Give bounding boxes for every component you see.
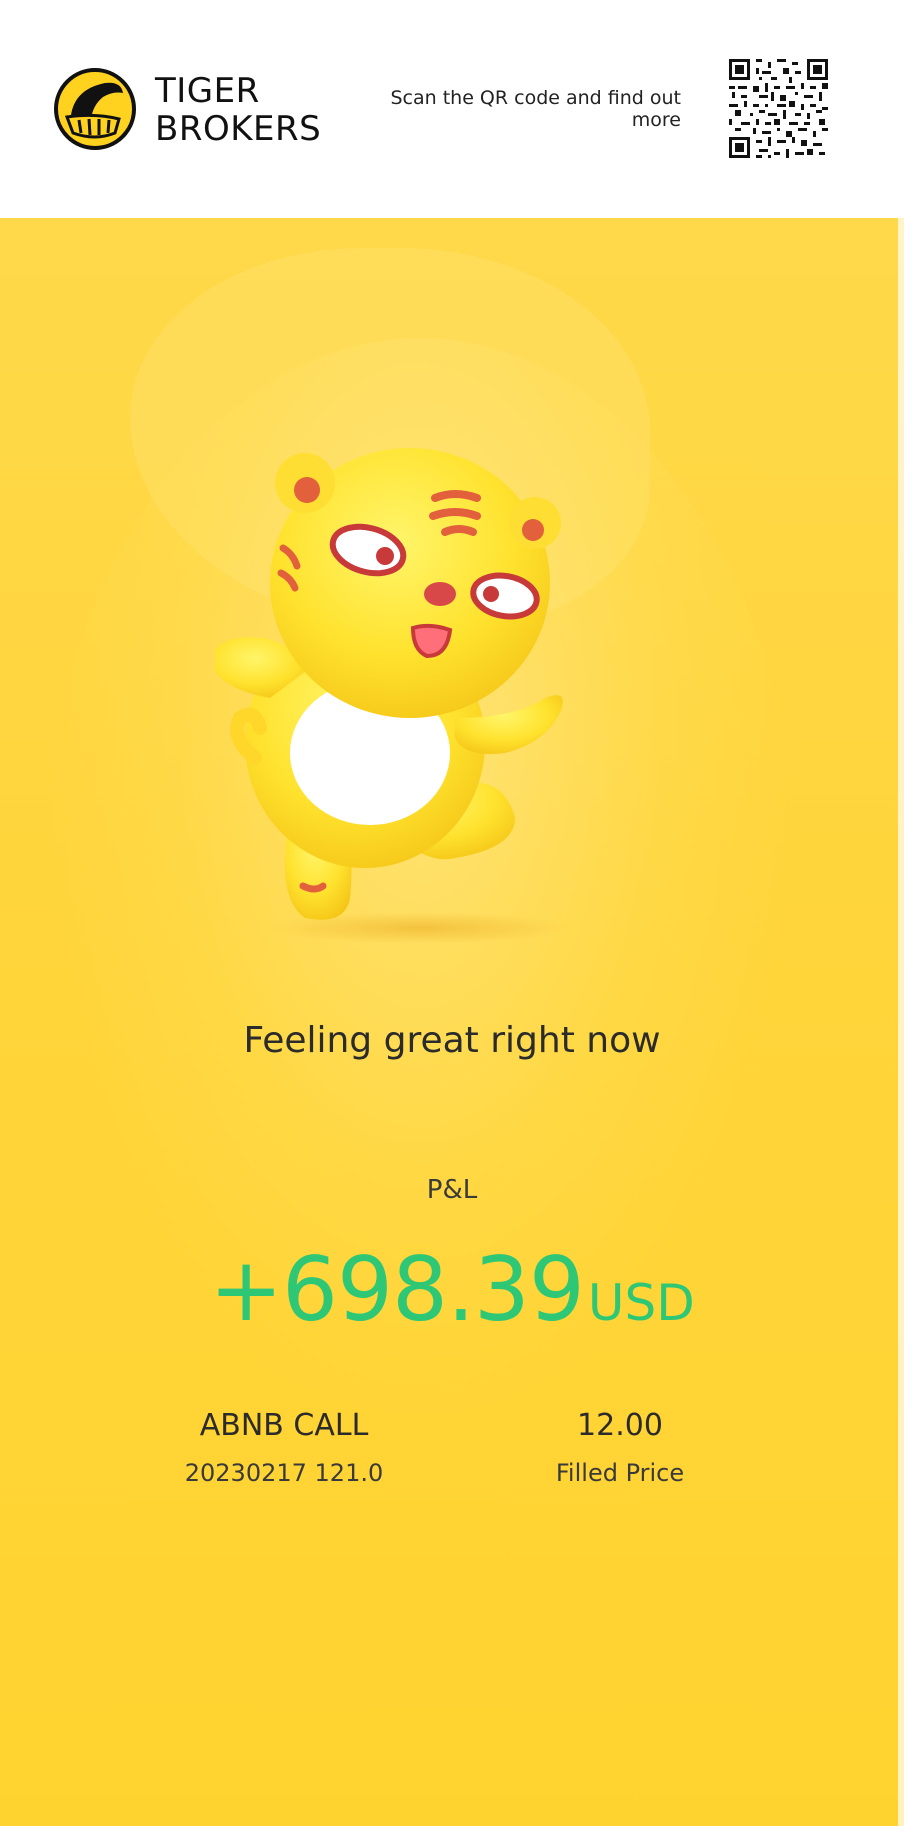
share-header: TIGER BROKERS Scan the QR code and find … xyxy=(0,0,904,218)
pnl-currency: USD xyxy=(587,1274,695,1332)
pnl-amount: +698.39 xyxy=(209,1238,585,1341)
brand-name: TIGER BROKERS xyxy=(155,71,322,149)
pnl-label: P&L xyxy=(426,1175,478,1205)
scan-qr-caption: Scan the QR code and find out more xyxy=(390,87,681,131)
qr-code-icon[interactable] xyxy=(729,59,828,158)
instrument-name: ABNB CALL xyxy=(199,1408,369,1443)
instrument-info: ABNB CALL 20230217 121.0 xyxy=(134,1408,434,1487)
tiger-mascot-icon xyxy=(215,448,570,944)
filled-price-label: Filled Price xyxy=(555,1459,685,1487)
share-card: Feeling great right now P&L +698.39USD A… xyxy=(0,218,904,1826)
mood-headline: Feeling great right now xyxy=(243,1020,661,1061)
filled-price-value: 12.00 xyxy=(577,1408,663,1443)
filled-price-info: 12.00 Filled Price xyxy=(470,1408,770,1487)
pnl-value: +698.39USD xyxy=(0,1238,904,1341)
instrument-detail: 20230217 121.0 xyxy=(184,1459,384,1487)
tiger-brokers-logo-icon xyxy=(54,68,136,150)
